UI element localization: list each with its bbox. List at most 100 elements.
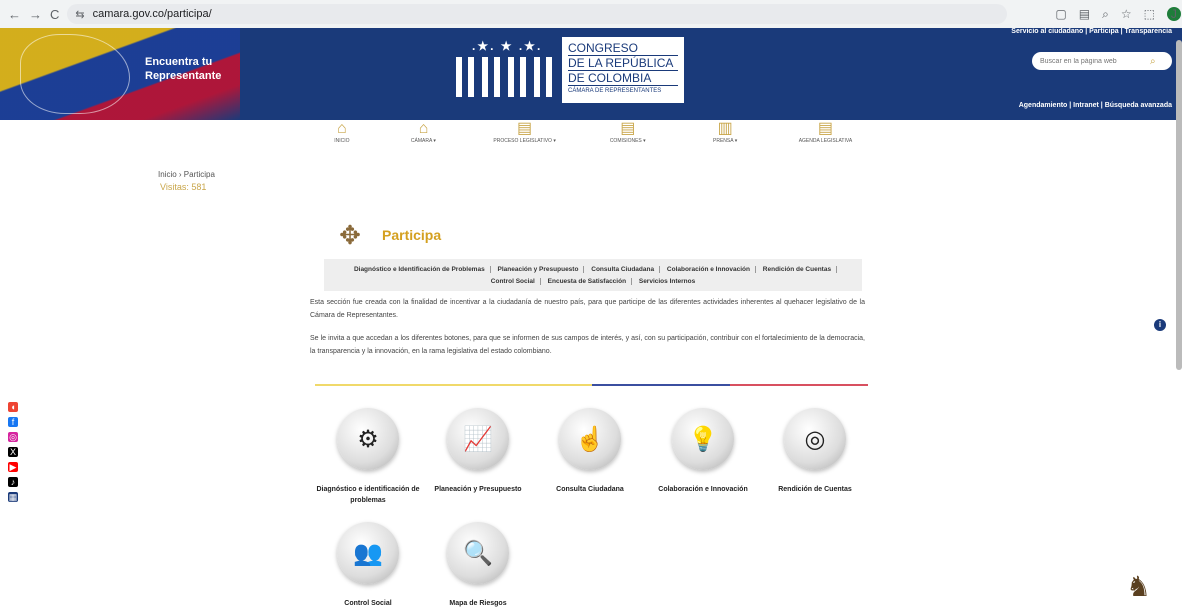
nav-label: COMISIONES ▾ — [609, 138, 646, 144]
card-rendicion[interactable]: ◎ Rendición de Cuentas — [755, 408, 875, 495]
subnav-servicios-internos[interactable]: Servicios Internos — [634, 278, 700, 285]
subnav-colaboracion[interactable]: Colaboración e Innovación — [661, 266, 756, 273]
people-icon: 👥 — [337, 522, 399, 584]
visit-counter: Visitas: 581 — [160, 182, 207, 192]
description-paragraph-2: Se le invita a que accedan a los diferen… — [310, 335, 865, 355]
agenda-icon: ▤ — [817, 120, 833, 137]
subnav-diagnostico[interactable]: Diagnóstico e Identificación de Problema… — [348, 266, 491, 273]
app-icon[interactable]: ▦ — [8, 492, 18, 502]
main-nav: ⌂ INICIO ⌂ CÁMARA ▾ ▤ PROCESO LEGISLATIV… — [330, 120, 860, 152]
card-control-social[interactable]: 👥 Control Social — [308, 522, 428, 609]
utility-links[interactable]: Agendamiento | Intranet | Búsqueda avanz… — [1019, 102, 1172, 109]
find-representative-link[interactable]: Encuentra tu Representante — [145, 55, 221, 83]
subnav-encuesta[interactable]: Encuesta de Satisfacción — [542, 278, 633, 285]
card-colaboracion[interactable]: 💡 Colaboración e Innovación — [643, 408, 763, 495]
search-icon[interactable]: ⌕ — [1150, 56, 1156, 67]
capitol-pillars-icon: .★. ★ .★. — [452, 37, 560, 103]
subnav-planeacion[interactable]: Planeación y Presupuesto — [492, 266, 585, 273]
committees-icon: ▤ — [620, 120, 636, 137]
card-mapa-riesgos[interactable]: 🔍 Mapa de Riesgos — [418, 522, 538, 609]
nav-label: CÁMARA ▾ — [410, 138, 436, 144]
back-icon[interactable]: ← — [8, 6, 21, 22]
top-links[interactable]: Servicio al ciudadano | Participa | Tran… — [1011, 28, 1172, 35]
magnifier-icon: 🔍 — [447, 522, 509, 584]
browser-toolbar: ← → C ⇆ camara.gov.co/participa/ ▢ ▤ ⌕ ☆… — [0, 0, 1182, 28]
instagram-icon[interactable]: ◎ — [8, 432, 18, 442]
breadcrumb-home[interactable]: Inicio — [158, 170, 177, 179]
extensions-icon[interactable]: ⬚ — [1144, 7, 1155, 21]
hand-pointer-icon: ☝ — [559, 408, 621, 470]
nav-item-proceso-legislativo[interactable]: ▤ PROCESO LEGISLATIVO ▾ — [485, 120, 564, 152]
card-planeacion[interactable]: 📈 Planeación y Presupuesto — [418, 408, 538, 495]
subnav-consulta[interactable]: Consulta Ciudadana — [586, 266, 661, 273]
tiktok-icon[interactable]: ♪ — [8, 477, 18, 487]
breadcrumb-separator: › — [176, 170, 184, 179]
sound-icon[interactable]: ◖ — [8, 402, 18, 412]
breadcrumb-current: Participa — [183, 170, 215, 179]
card-label: Rendición de Cuentas — [778, 486, 852, 493]
logo-line-2: DE LA REPÚBLICA — [568, 56, 678, 71]
breadcrumb: Inicio › Participa — [158, 170, 215, 179]
profile-avatar[interactable]: J — [1166, 7, 1181, 21]
subnav-row-2: Control Social Encuesta de Satisfacción … — [324, 276, 862, 288]
target-icon: ◎ — [784, 408, 846, 470]
card-label: Mapa de Riesgos — [449, 600, 507, 607]
cast-icon[interactable]: ▢ — [1055, 7, 1066, 21]
search-input[interactable] — [1040, 57, 1150, 65]
subnav-control-social[interactable]: Control Social — [485, 278, 541, 285]
scrollbar[interactable] — [1176, 40, 1182, 370]
lion-emblem-icon[interactable]: ♞ — [1126, 570, 1151, 603]
subnav-row-1: Diagnóstico e Identificación de Problema… — [324, 264, 862, 276]
info-icon[interactable]: i — [1154, 319, 1166, 331]
card-label: Control Social — [344, 600, 392, 607]
card-diagnostico[interactable]: ⚙ Diagnóstico e identificación de proble… — [308, 408, 428, 506]
building-icon: ⌂ — [418, 120, 429, 137]
translate-icon[interactable]: ▤ — [1079, 7, 1090, 21]
nav-label: PROCESO LEGISLATIVO ▾ — [493, 138, 556, 144]
nav-item-prensa[interactable]: ▥ PRENSA ▾ — [705, 120, 744, 152]
section-subnav: Diagnóstico e Identificación de Problema… — [324, 259, 862, 291]
browser-extensions: ▢ ▤ ⌕ ☆ ⬚ J ⋮ — [1055, 7, 1182, 22]
logo-subtitle: CÁMARA DE REPRESENTANTES — [568, 88, 662, 94]
reload-icon[interactable]: C — [50, 6, 59, 22]
lightbulb-icon: 💡 — [672, 408, 734, 470]
page-heading: ✥ Participa — [332, 218, 441, 252]
nav-item-agenda[interactable]: ▤ AGENDA LEGISLATIVA — [791, 120, 860, 152]
card-consulta[interactable]: ☝ Consulta Ciudadana — [530, 408, 650, 495]
presentation-chart-icon: 📈 — [447, 408, 509, 470]
encuentra-label: Encuentra tu — [145, 56, 213, 68]
page-description: Esta sección fue creada con la finalidad… — [310, 296, 865, 358]
congress-logo[interactable]: .★. ★ .★. CONGRESO DE LA REPÚBLICA DE CO… — [452, 37, 684, 103]
stars-icon: .★. ★ .★. — [472, 39, 543, 53]
youtube-icon[interactable]: ▶ — [8, 462, 18, 472]
card-label: Planeación y Presupuesto — [434, 486, 522, 493]
zoom-icon[interactable]: ⌕ — [1102, 7, 1109, 22]
nav-item-camara[interactable]: ⌂ CÁMARA ▾ — [402, 120, 445, 152]
press-icon: ▥ — [717, 120, 733, 137]
bookmark-star-icon[interactable]: ☆ — [1121, 7, 1132, 21]
nav-label: AGENDA LEGISLATIVA — [798, 138, 853, 144]
nav-label: INICIO — [334, 138, 350, 144]
facebook-icon[interactable]: f — [8, 417, 18, 427]
description-paragraph-1: Esta sección fue creada con la finalidad… — [310, 299, 865, 319]
nav-item-comisiones[interactable]: ▤ COMISIONES ▾ — [600, 120, 655, 152]
x-icon[interactable]: X — [8, 447, 18, 457]
url-text[interactable]: camara.gov.co/participa/ — [93, 8, 212, 20]
address-bar[interactable]: ⇆ camara.gov.co/participa/ — [67, 4, 1008, 24]
site-settings-icon[interactable]: ⇆ — [75, 8, 84, 21]
card-label: Colaboración e Innovación — [658, 486, 748, 493]
nav-item-inicio[interactable]: ⌂ INICIO — [330, 120, 354, 152]
site-search[interactable]: ⌕ — [1032, 52, 1172, 70]
card-label: Diagnóstico e identificación de problema… — [316, 486, 420, 504]
nav-label: PRENSA ▾ — [713, 138, 738, 144]
home-icon: ⌂ — [337, 120, 347, 137]
card-label: Consulta Ciudadana — [556, 486, 624, 493]
site-header: Encuentra tu Representante .★. ★ .★. CON… — [0, 28, 1182, 120]
subnav-rendicion[interactable]: Rendición de Cuentas — [757, 266, 838, 273]
gears-icon: ⚙ — [337, 408, 399, 470]
logo-text-box: CONGRESO DE LA REPÚBLICA DE COLOMBIA CÁM… — [562, 37, 684, 103]
social-links: ◖ f ◎ X ▶ ♪ ▦ — [8, 402, 20, 502]
forward-icon[interactable]: → — [29, 6, 42, 22]
document-icon: ▤ — [517, 120, 533, 137]
flag-divider — [315, 384, 868, 386]
